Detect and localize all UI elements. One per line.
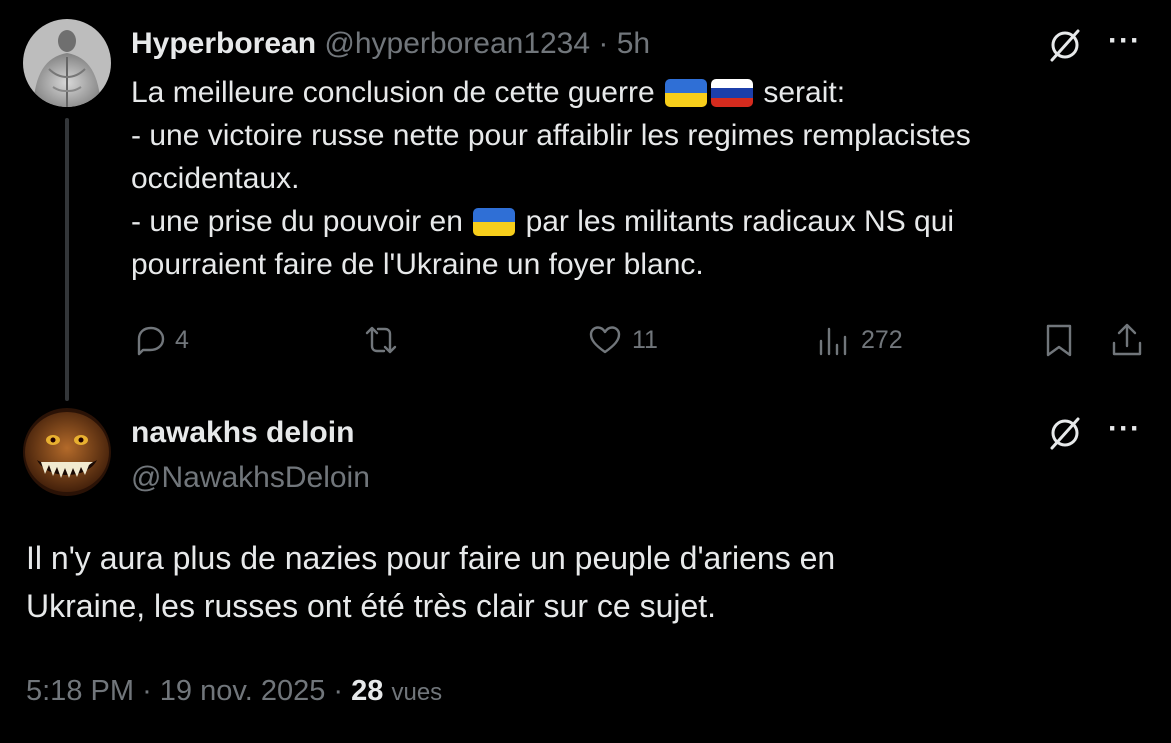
heart-icon	[589, 326, 621, 354]
share-button[interactable]	[1108, 318, 1146, 362]
tweet-line-4: - une prise du pouvoir en par les milita…	[131, 200, 1131, 243]
reply-date[interactable]: 19 nov. 2025	[160, 675, 326, 707]
reply-meta: 5:18 PM · 19 nov. 2025 · 28 vues	[26, 671, 442, 713]
reply-text: Il n'y aura plus de nazies pour faire un…	[26, 534, 835, 630]
separator-dot: ·	[598, 27, 609, 60]
author-handle[interactable]: @hyperborean1234	[324, 27, 590, 60]
tweet-text-segment: serait:	[763, 76, 846, 109]
separator-dot: ·	[333, 675, 344, 707]
ukraine-flag-icon	[664, 79, 707, 107]
author-name[interactable]: Hyperborean	[131, 27, 316, 60]
like-button[interactable]: 11	[586, 318, 658, 362]
avatar-hyperborean[interactable]	[23, 19, 111, 107]
views-count: 272	[861, 325, 903, 354]
reply-line-1: Il n'y aura plus de nazies pour faire un…	[26, 540, 836, 576]
retweet-button[interactable]	[360, 318, 402, 362]
tweet-line-1: La meilleure conclusion de cette guerre …	[131, 71, 1131, 114]
statue-back-avatar-icon	[23, 19, 111, 107]
avatar-nawakhs-deloin[interactable]	[23, 408, 111, 496]
views-button[interactable]: 272	[815, 318, 903, 362]
grinning-monster-avatar-icon	[23, 408, 111, 496]
analytics-bar-icon	[819, 327, 847, 356]
tweet-line-2: - une victoire russe nette pour affaibli…	[131, 119, 971, 152]
bookmark-button[interactable]	[1040, 318, 1078, 362]
reply-button[interactable]: 4	[131, 318, 189, 362]
share-icon	[1112, 323, 1142, 356]
reply-author-handle[interactable]: @NawakhsDeloin	[131, 458, 370, 498]
tweet-text-segment: - une prise du pouvoir en	[131, 205, 463, 238]
tweet-text: La meilleure conclusion de cette guerre …	[131, 71, 1131, 286]
thread-connector-line	[65, 118, 69, 401]
grok-icon[interactable]	[1046, 414, 1084, 457]
reply-icon	[137, 326, 165, 356]
tweet-line-5: pourraient faire de l'Ukraine un foyer b…	[131, 248, 704, 281]
reply-views-count[interactable]: 28	[351, 675, 383, 707]
tweet-line-3: occidentaux.	[131, 162, 300, 195]
reply-more-options-button[interactable]: ···	[1108, 412, 1141, 446]
separator-dot: ·	[142, 675, 152, 707]
tweet-text-segment: par les militants radicaux NS qui	[525, 205, 955, 238]
tweet-text-segment: La meilleure conclusion de cette guerre	[131, 76, 655, 109]
retweet-icon	[365, 326, 397, 354]
tweet-header: Hyperborean @hyperborean1234 · 5h	[131, 24, 650, 64]
reply-views-label: vues	[391, 679, 443, 706]
reply-author-name[interactable]: nawakhs deloin	[131, 413, 354, 453]
russia-flag-icon	[710, 79, 753, 107]
reply-count: 4	[175, 325, 189, 354]
ukraine-flag-icon	[473, 208, 516, 236]
more-options-button[interactable]: ···	[1108, 24, 1141, 58]
grok-icon[interactable]	[1046, 26, 1084, 69]
reply-line-2: Ukraine, les russes ont été très clair s…	[26, 588, 717, 624]
tweet-time[interactable]: 5h	[617, 27, 650, 60]
reply-time[interactable]: 5:18 PM	[26, 675, 134, 707]
like-count: 11	[632, 325, 658, 354]
bookmark-icon	[1046, 324, 1072, 357]
